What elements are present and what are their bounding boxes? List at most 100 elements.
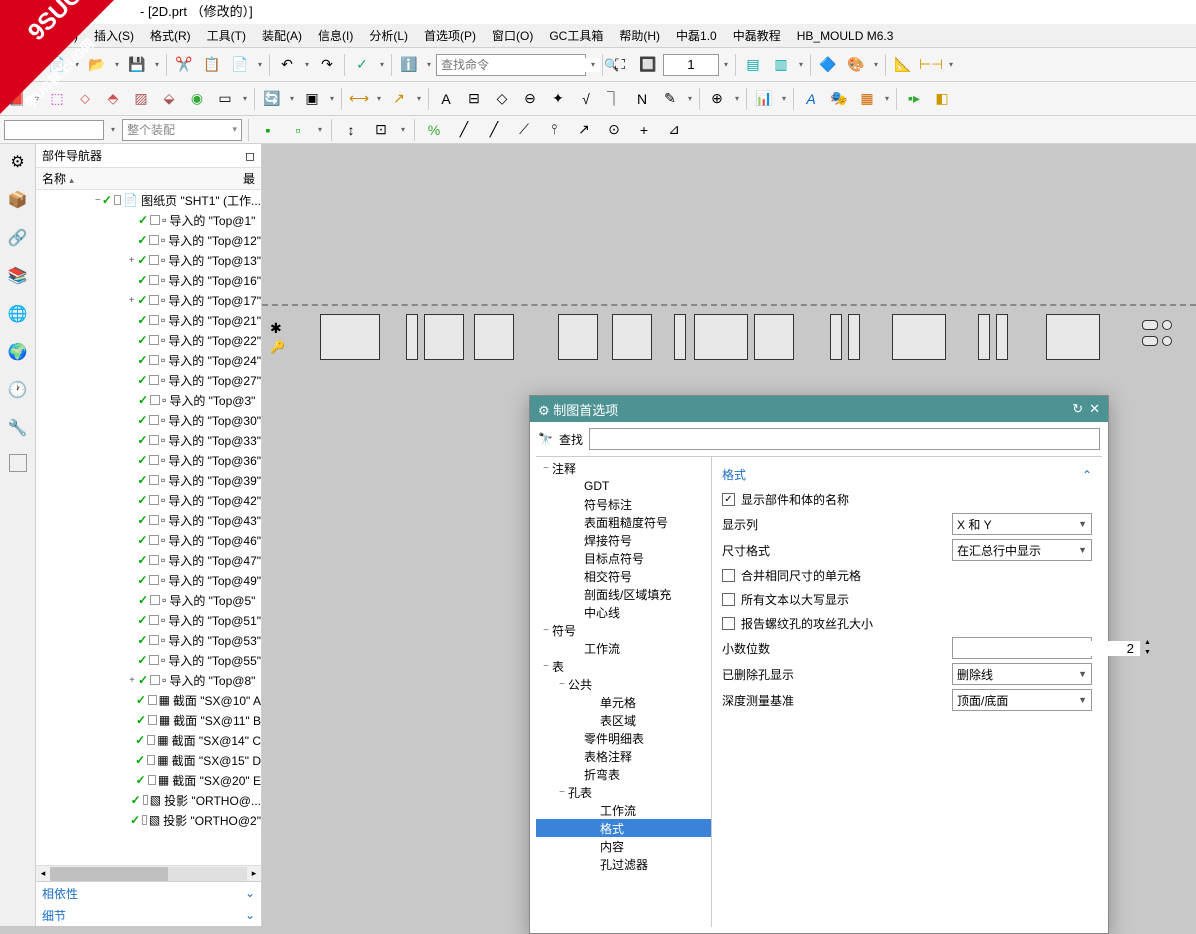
filter-dropdown[interactable]	[4, 120, 104, 140]
menu-item[interactable]: 插入(S)	[86, 24, 142, 47]
command-search-input[interactable]	[437, 58, 600, 72]
view3-icon[interactable]: ⬘	[100, 86, 126, 112]
drawing-view[interactable]	[996, 314, 1008, 360]
tree-row[interactable]: ✓▫导入的 "Top@49"	[36, 570, 261, 590]
ruler2-icon[interactable]: ⊢⊣	[918, 52, 944, 78]
tree-row[interactable]: ✓▫导入的 "Top@36"	[36, 450, 261, 470]
tree-row[interactable]: ✓▫导入的 "Top@55"	[36, 650, 261, 670]
snap5-icon[interactable]: ⫯	[541, 117, 567, 143]
drawing-view[interactable]	[320, 314, 380, 360]
dialog-tree-item[interactable]: 表格注释	[536, 747, 711, 765]
zoom-icon[interactable]: 🔲	[635, 52, 661, 78]
reset-icon[interactable]: ↻	[1072, 401, 1083, 417]
drawing-view[interactable]	[1142, 336, 1158, 346]
tree-row[interactable]: +✓▫导入的 "Top@13"	[36, 250, 261, 270]
nav-pin-icon[interactable]: ◻	[245, 149, 255, 163]
tree-row[interactable]: ✓▫导入的 "Top@3"	[36, 390, 261, 410]
tree-row[interactable]: ✓▫导入的 "Top@24"	[36, 350, 261, 370]
dim2-icon[interactable]: ↗	[386, 86, 412, 112]
uppercase-checkbox[interactable]	[722, 593, 735, 606]
tree-row[interactable]: ✓▫导入的 "Top@39"	[36, 470, 261, 490]
menu-item[interactable]: 视图(V)	[30, 24, 86, 47]
drawing-view[interactable]	[978, 314, 990, 360]
section1-icon[interactable]: ▨	[128, 86, 154, 112]
command-search[interactable]: 🔍	[436, 54, 586, 76]
tree-row[interactable]: ✓▫导入的 "Top@5"	[36, 590, 261, 610]
decimals-spinner[interactable]: ▲▼	[952, 637, 1092, 659]
dialog-tree-item[interactable]: 表区域	[536, 711, 711, 729]
undo-icon[interactable]: ↶	[274, 52, 300, 78]
menu-item[interactable]: HB_MOULD M6.3	[789, 24, 902, 47]
thread-checkbox[interactable]	[722, 617, 735, 630]
tree-row[interactable]: ✓▦截面 "SX@10" A	[36, 690, 261, 710]
open-icon[interactable]: 📂	[84, 52, 110, 78]
sel4-icon[interactable]: ⊡	[368, 117, 394, 143]
roles-icon[interactable]: 🔧	[6, 416, 30, 440]
tree-row[interactable]: ✓▦截面 "SX@14" C	[36, 730, 261, 750]
tree-row[interactable]: +✓▫导入的 "Top@8"	[36, 670, 261, 690]
start-icon[interactable]: 🟩	[4, 52, 30, 78]
snap8-icon[interactable]: +	[631, 117, 657, 143]
copy-icon[interactable]: 📋	[199, 52, 225, 78]
surf-icon[interactable]: √	[573, 86, 599, 112]
menu-item[interactable]: 首选项(P)	[416, 24, 484, 47]
sel3-icon[interactable]: ↕	[338, 117, 364, 143]
depth-basis-dropdown[interactable]: 顶面/底面▼	[952, 689, 1092, 711]
gear-icon[interactable]: ⚙	[6, 150, 30, 174]
drawing-view[interactable]	[694, 314, 748, 360]
dialog-tree-item[interactable]: 中心线	[536, 603, 711, 621]
drawing-view[interactable]	[1162, 336, 1172, 346]
cube2-icon[interactable]: ◧	[929, 86, 955, 112]
dialog-tree-item[interactable]: 单元格	[536, 693, 711, 711]
section2-icon[interactable]: ⬙	[156, 86, 182, 112]
tree-row[interactable]: ✓▫导入的 "Top@30"	[36, 410, 261, 430]
dialog-tree-item[interactable]: 工作流	[536, 639, 711, 657]
layer1-icon[interactable]: ▤	[740, 52, 766, 78]
dialog-tree-item[interactable]: 工作流	[536, 801, 711, 819]
dialog-tree-item[interactable]: −符号	[536, 621, 711, 639]
tree-row[interactable]: ✓▫导入的 "Top@51"	[36, 610, 261, 630]
display-icon[interactable]: ▣	[299, 86, 325, 112]
format-section-header[interactable]: 格式⌃	[722, 463, 1092, 487]
zoom-number[interactable]	[663, 54, 719, 76]
tree-row[interactable]: ✓▧投影 "ORTHO@2"	[36, 810, 261, 830]
drawing-view[interactable]	[474, 314, 514, 360]
dim-format-dropdown[interactable]: 在汇总行中显示▼	[952, 539, 1092, 561]
view1-icon[interactable]: ⬚	[44, 86, 70, 112]
menu-item[interactable]: 分析(L)	[361, 24, 416, 47]
menu-item[interactable]: 工具(T)	[199, 24, 254, 47]
tree-row[interactable]: ✓▦截面 "SX@11" B	[36, 710, 261, 730]
table-icon[interactable]: 📊	[751, 86, 777, 112]
details-section[interactable]: 细节⌄	[36, 904, 261, 926]
internet-icon[interactable]: 🌍	[6, 340, 30, 364]
menu-item[interactable]: 帮助(H)	[611, 24, 668, 47]
dim1-icon[interactable]: ⟷	[346, 86, 372, 112]
drawing-view[interactable]	[1162, 320, 1172, 330]
snap9-icon[interactable]: ⊿	[661, 117, 687, 143]
drawing-view[interactable]	[848, 314, 860, 360]
layer2-icon[interactable]: ▥	[768, 52, 794, 78]
menu-item[interactable]: GC工具箱	[541, 24, 611, 47]
assembly-nav-icon[interactable]: 📦	[6, 188, 30, 212]
reuse-icon[interactable]: 🌐	[6, 302, 30, 326]
drawing-view[interactable]	[892, 314, 946, 360]
dialog-tree-item[interactable]: 折弯表	[536, 765, 711, 783]
snap3-icon[interactable]: ╱	[481, 117, 507, 143]
dialog-tree-item[interactable]: 焊接符号	[536, 531, 711, 549]
show-name-checkbox[interactable]: ✓	[722, 493, 735, 506]
menu-item[interactable]: 信息(I)	[310, 24, 361, 47]
drawing-view[interactable]	[424, 314, 464, 360]
tree-row[interactable]: ✓▫导入的 "Top@1"	[36, 210, 261, 230]
dialog-tree-item[interactable]: −表	[536, 657, 711, 675]
sheet-icon[interactable]: 📕	[4, 86, 30, 112]
close-icon[interactable]: ✕	[1089, 401, 1100, 417]
balloon-icon[interactable]: ◇	[489, 86, 515, 112]
symbol1-icon[interactable]: ✦	[545, 86, 571, 112]
snap6-icon[interactable]: ↗	[571, 117, 597, 143]
menu-item[interactable]: 中磊教程	[725, 24, 789, 47]
update-icon[interactable]: 🔄	[259, 86, 285, 112]
menu-item[interactable]: 装配(A)	[254, 24, 310, 47]
dialog-tree-item[interactable]: 符号标注	[536, 495, 711, 513]
view2-icon[interactable]: ⬦	[72, 86, 98, 112]
intersect-icon[interactable]: N	[629, 86, 655, 112]
